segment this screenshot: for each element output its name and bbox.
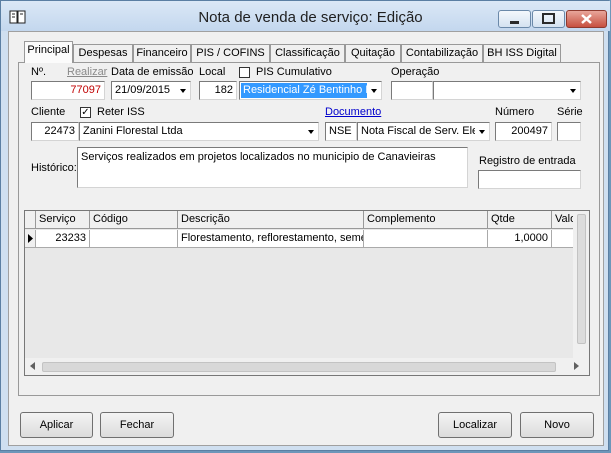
tab-despesas[interactable]: Despesas <box>73 44 133 62</box>
realizar-link[interactable]: Realizar <box>67 66 107 78</box>
chevron-down-icon[interactable] <box>566 82 580 99</box>
novo-button[interactable]: Novo <box>520 412 594 438</box>
minimize-icon <box>510 21 519 24</box>
vertical-scrollbar[interactable] <box>573 211 589 358</box>
serie-label: Série <box>557 106 583 118</box>
tab-classificacao[interactable]: Classificação <box>270 44 345 62</box>
col-complemento[interactable]: Complemento <box>364 211 488 229</box>
col-servico[interactable]: Serviço <box>36 211 90 229</box>
numero-doc-field[interactable]: 200497 <box>495 122 552 141</box>
fechar-button[interactable]: Fechar <box>100 412 174 438</box>
pis-cumulativo-checkbox[interactable] <box>239 67 250 78</box>
operacao-select[interactable] <box>433 81 581 100</box>
cliente-label: Cliente <box>31 106 66 118</box>
title-bar[interactable]: Nota de venda de serviço: Edição <box>1 1 610 31</box>
tab-principal[interactable]: Principal <box>24 41 73 63</box>
historico-label: Histórico: <box>31 162 77 174</box>
tab-pis-cofins[interactable]: PIS / COFINS <box>191 44 270 62</box>
data-emissao-label: Data de emissão <box>111 66 194 78</box>
cliente-select[interactable]: Zanini Florestal Ltda <box>79 122 319 141</box>
tab-quitacao[interactable]: Quitação <box>345 44 401 62</box>
numero-field[interactable]: 77097 <box>31 81 105 100</box>
registro-entrada-label: Registro de entrada <box>479 155 576 167</box>
close-icon <box>581 14 592 24</box>
documento-link[interactable]: Documento <box>325 106 381 118</box>
col-descricao[interactable]: Descrição <box>178 211 364 229</box>
chevron-down-icon[interactable] <box>304 123 318 140</box>
close-button[interactable] <box>566 10 607 28</box>
cliente-code-field[interactable]: 22473 <box>31 122 79 141</box>
window: Nota de venda de serviço: Edição Princip… <box>0 0 610 451</box>
local-name-value: Residencial Zé Bentinho I <box>241 83 367 98</box>
tab-financeiro[interactable]: Financeiro <box>133 44 191 62</box>
calendar-dropdown-icon[interactable] <box>176 82 190 99</box>
tab-contabilizacao[interactable]: Contabilização <box>401 44 483 62</box>
registro-entrada-field[interactable] <box>478 170 581 189</box>
pis-cumulativo-label: PIS Cumulativo <box>256 66 332 78</box>
data-emissao-value: 21/09/2015 <box>115 84 171 96</box>
operacao-code-field[interactable] <box>391 81 433 100</box>
operacao-label: Operação <box>391 66 440 78</box>
scroll-right-icon[interactable] <box>571 361 581 371</box>
historico-textarea[interactable]: Serviços realizados em projetos localiza… <box>77 147 468 188</box>
horizontal-scrollbar[interactable] <box>25 358 589 375</box>
cell-qtde[interactable]: 1,0000 <box>488 230 552 248</box>
cell-servico[interactable]: 23233 <box>36 230 90 248</box>
row-indicator-header <box>25 211 36 229</box>
reter-iss-label: Reter ISS <box>97 106 145 118</box>
row-pointer-icon <box>28 234 33 243</box>
tab-bh-iss-digital[interactable]: BH ISS Digital <box>483 44 561 62</box>
items-grid: Serviço Código Descrição Complemento Qtd… <box>24 210 590 376</box>
documento-code-field[interactable]: NSE <box>325 122 357 141</box>
cell-complemento[interactable] <box>364 230 488 248</box>
cell-codigo[interactable] <box>90 230 178 248</box>
cell-descricao[interactable]: Florestamento, reflorestamento, semea <box>178 230 364 248</box>
scroll-left-icon[interactable] <box>28 361 38 371</box>
chevron-down-icon[interactable] <box>367 82 381 99</box>
local-code-field[interactable]: 182 <box>199 81 237 100</box>
maximize-button[interactable] <box>532 10 565 28</box>
reter-iss-checkbox[interactable]: ✓ <box>80 107 91 118</box>
local-label: Local <box>199 66 226 78</box>
serie-field[interactable] <box>557 122 581 141</box>
row-indicator[interactable] <box>25 230 36 248</box>
horizontal-scroll-thumb[interactable] <box>42 362 556 372</box>
numero-doc-label: Número <box>495 106 535 118</box>
vertical-scroll-thumb[interactable] <box>577 214 586 344</box>
documento-name-value: Nota Fiscal de Serv. Ele <box>361 125 479 137</box>
local-select[interactable]: Residencial Zé Bentinho I <box>239 81 382 100</box>
localizar-button[interactable]: Localizar <box>438 412 512 438</box>
col-codigo[interactable]: Código <box>90 211 178 229</box>
documento-select[interactable]: Nota Fiscal de Serv. Ele <box>357 122 490 141</box>
col-qtde[interactable]: Qtde <box>488 211 552 229</box>
numero-label: Nº. <box>31 66 47 78</box>
data-emissao-field[interactable]: 21/09/2015 <box>111 81 191 100</box>
maximize-icon <box>542 13 555 24</box>
chevron-down-icon[interactable] <box>475 123 489 140</box>
cliente-name-value: Zanini Florestal Ltda <box>83 125 183 137</box>
minimize-button[interactable] <box>498 10 531 28</box>
aplicar-button[interactable]: Aplicar <box>20 412 93 438</box>
